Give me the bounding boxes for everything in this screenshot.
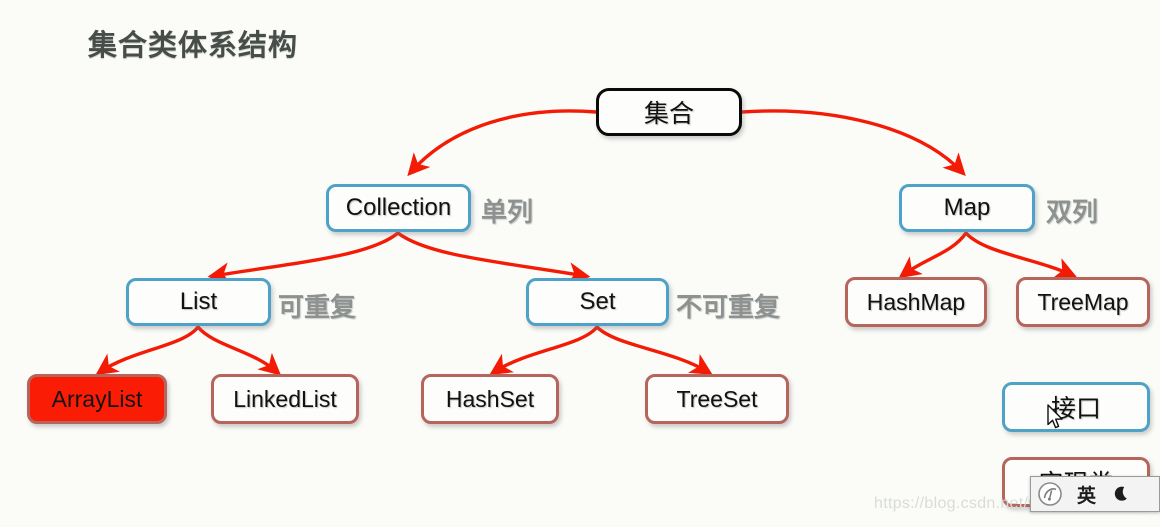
node-treeset[interactable]: TreeSet bbox=[645, 374, 789, 424]
edge-set-to-treeset bbox=[595, 325, 713, 375]
arrow-layer bbox=[95, 109, 1078, 376]
node-map[interactable]: Map bbox=[899, 184, 1035, 232]
edge-map-to-hashmap bbox=[898, 231, 968, 279]
edge-map-to-treemap bbox=[964, 231, 1078, 279]
edge-list-to-arraylist bbox=[95, 325, 200, 376]
node-collection[interactable]: Collection bbox=[326, 184, 471, 232]
annotation-not-repeatable: 不可重复 bbox=[676, 292, 781, 322]
ime-status-bar[interactable]: 英 bbox=[1030, 476, 1160, 512]
annotation-single-column: 单列 bbox=[481, 197, 534, 227]
edge-list-to-linkedlist bbox=[196, 325, 282, 376]
node-root-collection-cn[interactable]: 集合 bbox=[596, 88, 742, 136]
edge-root-to-map bbox=[740, 109, 966, 176]
page-title: 集合类体系结构 bbox=[88, 30, 299, 62]
node-set[interactable]: Set bbox=[526, 278, 669, 326]
edge-collection-to-list bbox=[207, 231, 400, 285]
sogou-pinyin-logo-icon[interactable] bbox=[1037, 481, 1063, 507]
crescent-moon-icon[interactable] bbox=[1112, 484, 1132, 504]
annotation-double-column: 双列 bbox=[1046, 197, 1099, 227]
legend-interface[interactable]: 接口 bbox=[1002, 382, 1150, 432]
diagram-canvas: 集合类体系结构 集合 Collection Map List Set HashM… bbox=[0, 0, 1160, 527]
node-list[interactable]: List bbox=[126, 278, 271, 326]
node-treemap[interactable]: TreeMap bbox=[1016, 277, 1150, 327]
node-linkedlist[interactable]: LinkedList bbox=[211, 374, 359, 424]
edge-collection-to-set bbox=[396, 231, 591, 285]
node-hashset[interactable]: HashSet bbox=[421, 374, 559, 424]
ime-language-label[interactable]: 英 bbox=[1077, 481, 1096, 508]
node-hashmap[interactable]: HashMap bbox=[845, 277, 987, 327]
edge-root-to-collection bbox=[407, 109, 598, 177]
annotation-repeatable: 可重复 bbox=[278, 292, 357, 322]
edge-set-to-hashset bbox=[489, 325, 599, 375]
node-arraylist[interactable]: ArrayList bbox=[27, 374, 167, 424]
